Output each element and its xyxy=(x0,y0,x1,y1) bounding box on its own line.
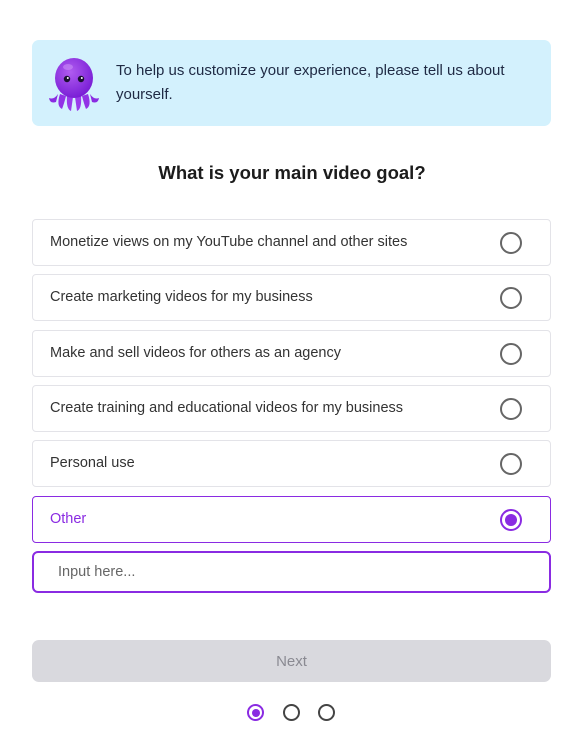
option-training[interactable]: Create training and educational videos f… xyxy=(32,385,551,432)
option-other[interactable]: Other xyxy=(32,496,551,543)
octopus-icon xyxy=(49,58,99,111)
radio-button[interactable] xyxy=(500,287,522,309)
radio-button[interactable] xyxy=(500,343,522,365)
step-dot-3[interactable] xyxy=(318,704,335,721)
option-label: Monetize views on my YouTube channel and… xyxy=(50,234,408,250)
info-banner: To help us customize your experience, pl… xyxy=(32,40,551,126)
option-agency[interactable]: Make and sell videos for others as an ag… xyxy=(32,330,551,377)
question-title: What is your main video goal? xyxy=(158,162,426,183)
option-label: Create training and educational videos f… xyxy=(50,400,404,416)
option-monetize[interactable]: Monetize views on my YouTube channel and… xyxy=(32,219,551,266)
option-marketing[interactable]: Create marketing videos for my business xyxy=(32,274,551,321)
other-input[interactable] xyxy=(32,551,551,593)
option-personal[interactable]: Personal use xyxy=(32,440,551,487)
next-button[interactable]: Next xyxy=(32,640,551,682)
radio-button[interactable] xyxy=(500,398,522,420)
option-label: Personal use xyxy=(50,455,135,471)
radio-button[interactable] xyxy=(500,453,522,475)
radio-button-selected[interactable] xyxy=(500,509,522,531)
banner-text: To help us customize your experience, pl… xyxy=(116,62,505,103)
option-label: Make and sell videos for others as an ag… xyxy=(50,345,341,361)
onboarding-dialog: To help us customize your experience, pl… xyxy=(0,0,584,756)
option-label: Create marketing videos for my business xyxy=(50,289,313,305)
step-dot-2[interactable] xyxy=(283,704,300,721)
step-dot-1[interactable] xyxy=(247,704,264,721)
radio-button[interactable] xyxy=(500,232,522,254)
option-label: Other xyxy=(50,511,87,527)
